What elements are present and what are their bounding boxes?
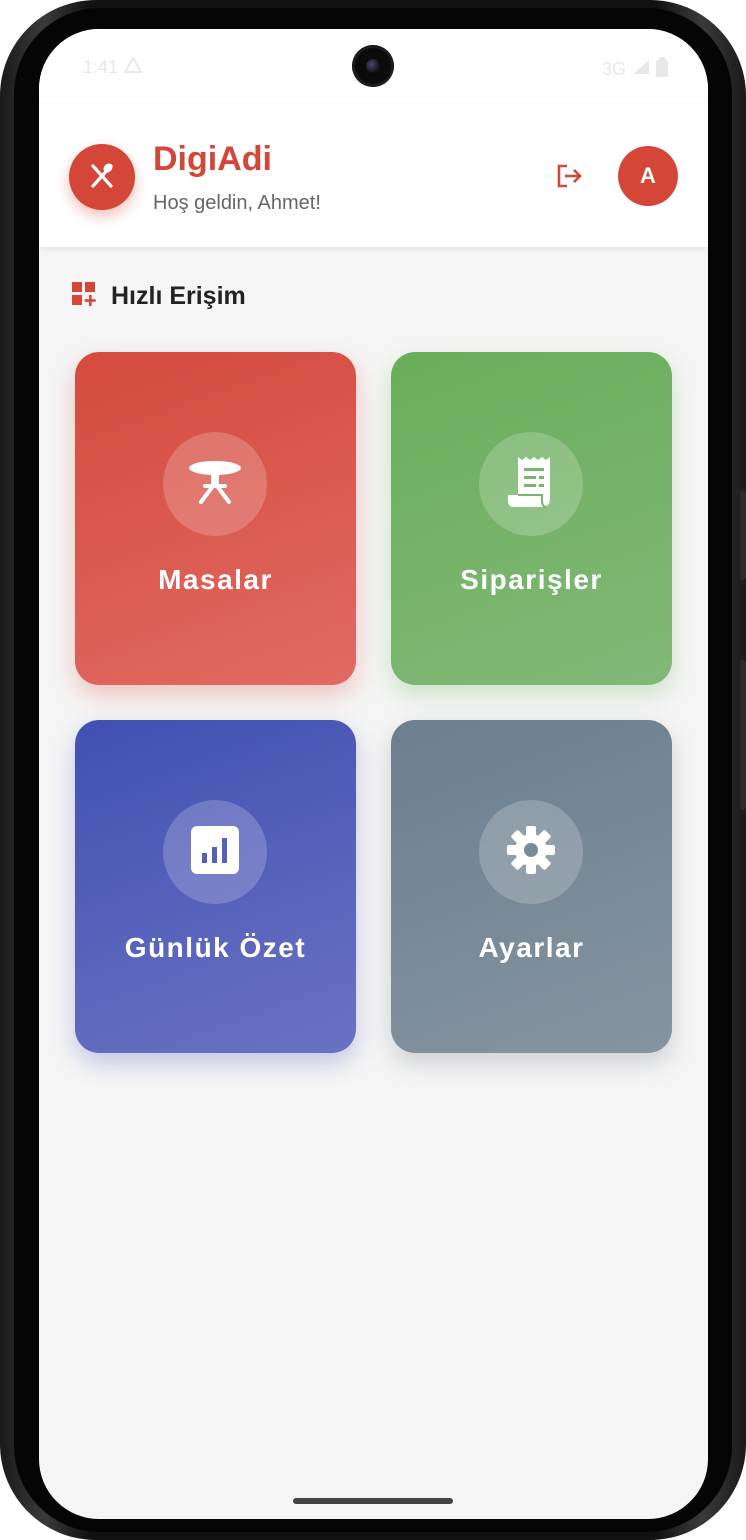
warning-icon xyxy=(123,55,143,78)
side-button xyxy=(740,660,746,810)
logout-icon xyxy=(555,163,583,194)
tile-icon-circle xyxy=(163,432,267,536)
app-bar: DigiAdi Hoş geldin, Ahmet! A xyxy=(39,104,708,247)
status-indicators: 3G xyxy=(602,57,668,82)
tile-label: Masalar xyxy=(158,564,273,595)
tile-label: Siparişler xyxy=(460,564,603,595)
tile-icon-circle xyxy=(163,800,267,904)
tile-masalar[interactable]: Masalar xyxy=(75,352,356,685)
status-time: 1:41 xyxy=(83,57,119,77)
welcome-text: Hoş geldin, Ahmet! xyxy=(153,192,321,214)
status-time-group: 1:41 xyxy=(83,55,143,78)
signal-icon xyxy=(632,59,650,80)
app-logo xyxy=(69,144,135,210)
logout-button[interactable] xyxy=(549,158,589,198)
receipt-icon xyxy=(506,455,556,514)
dashboard-add-icon xyxy=(71,281,97,312)
network-type: 3G xyxy=(601,59,626,79)
tile-gunluk-ozet[interactable]: Günlük Özet xyxy=(75,720,356,1053)
tile-siparisler[interactable]: Siparişler xyxy=(391,352,672,685)
front-camera xyxy=(352,45,394,87)
tile-icon-circle xyxy=(479,800,583,904)
utensils-icon xyxy=(87,160,117,195)
bar-chart-icon xyxy=(191,825,239,879)
app-title: DigiAdi xyxy=(153,140,272,178)
gear-icon xyxy=(505,824,557,881)
tile-icon-circle xyxy=(479,432,583,536)
device-frame: 1:41 3G DigiAdi Hoş geldin, Ahmet! A Hız… xyxy=(0,0,746,1540)
tile-label: Ayarlar xyxy=(478,932,585,963)
table-icon xyxy=(187,458,243,511)
volume-button xyxy=(740,490,746,580)
home-indicator[interactable] xyxy=(293,1498,453,1504)
section-title: Hızlı Erişim xyxy=(111,282,246,310)
battery-icon xyxy=(656,57,668,82)
quick-access-header: Hızlı Erişim xyxy=(71,281,246,312)
tile-ayarlar[interactable]: Ayarlar xyxy=(391,720,672,1053)
screen: 1:41 3G DigiAdi Hoş geldin, Ahmet! A Hız… xyxy=(39,29,708,1519)
avatar[interactable]: A xyxy=(618,146,678,206)
tile-label: Günlük Özet xyxy=(124,932,307,963)
